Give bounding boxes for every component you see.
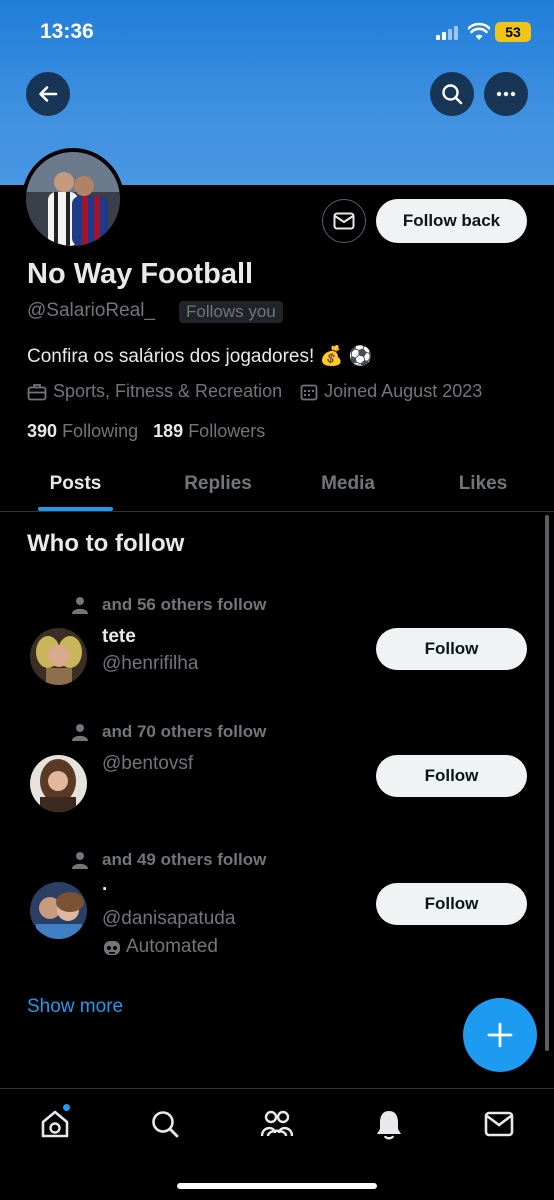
profile-handle: @SalarioReal_ (27, 300, 156, 321)
automated-badge: Automated (102, 936, 218, 958)
nav-messages[interactable] (482, 1107, 516, 1141)
social-context-text: and 49 others follow (102, 850, 267, 869)
robot-icon (104, 941, 120, 955)
followers-link[interactable]: 189 Followers (153, 421, 265, 441)
follow-button[interactable]: Follow (376, 883, 527, 925)
follow-back-button[interactable]: Follow back (376, 199, 527, 243)
follow-counts: 390 Following 189 Followers (27, 421, 265, 442)
wifi-icon (468, 22, 490, 40)
avatar-image (30, 882, 87, 939)
nav-communities[interactable] (260, 1107, 294, 1141)
social-context: and 56 others follow (72, 594, 266, 616)
suggestion-item[interactable]: and 49 others follow · @danisapatuda Aut… (0, 845, 554, 965)
followers-count: 189 (153, 421, 184, 441)
tab-replies[interactable]: Replies (168, 456, 268, 512)
profile-name: No Way Football (27, 258, 254, 290)
suggestion-item[interactable]: and 70 others follow @bentovsf Follow (0, 717, 554, 817)
search-profile-button[interactable] (430, 72, 474, 116)
mail-icon (333, 212, 355, 230)
profile-category: Sports, Fitness & Recreation (27, 381, 282, 402)
tab-media[interactable]: Media (300, 456, 396, 512)
following-count: 390 (27, 421, 58, 441)
category-label: Sports, Fitness & Recreation (53, 381, 283, 401)
home-icon (41, 1110, 69, 1138)
suggestion-handle: @henrifilha (102, 653, 199, 674)
status-bar: 13:36 53 (0, 0, 554, 66)
cellular-signal-icon (436, 26, 462, 40)
search-icon (442, 84, 463, 105)
search-icon (152, 1111, 179, 1138)
social-context: and 70 others follow (72, 721, 266, 743)
profile-bio: Confira os salários dos jogadores! 💰 ⚽ (27, 346, 373, 367)
home-indicator (177, 1183, 377, 1189)
suggestion-avatar[interactable] (30, 628, 87, 685)
follow-button[interactable]: Follow (376, 628, 527, 670)
message-button[interactable] (322, 199, 366, 243)
more-options-button[interactable] (484, 72, 528, 116)
tab-posts[interactable]: Posts (28, 456, 123, 512)
person-icon (72, 597, 88, 614)
profile-tabs: Posts Replies Media Likes (0, 456, 554, 512)
profile-avatar[interactable] (22, 148, 124, 250)
suggestion-name[interactable]: · (102, 879, 108, 901)
status-time: 13:36 (40, 20, 94, 43)
person-icon (72, 724, 88, 741)
avatar-image (30, 755, 87, 812)
avatar-image (30, 628, 87, 685)
nav-home[interactable] (38, 1107, 72, 1141)
compose-post-button[interactable] (463, 998, 537, 1072)
suggestion-handle: @danisapatuda (102, 908, 236, 929)
social-context-text: and 56 others follow (102, 595, 267, 614)
following-link[interactable]: 390 Following (27, 421, 138, 441)
following-label: Following (62, 421, 139, 441)
back-arrow-icon (39, 86, 58, 102)
suggestion-avatar[interactable] (30, 755, 87, 812)
home-notification-dot (62, 1103, 71, 1112)
communities-icon (260, 1110, 294, 1137)
person-icon (72, 852, 88, 869)
who-to-follow-title: Who to follow (27, 530, 185, 557)
joined-label: Joined August 2023 (324, 381, 483, 401)
social-context: and 49 others follow (72, 849, 266, 871)
more-icon (496, 91, 516, 97)
suggestion-avatar[interactable] (30, 882, 87, 939)
profile-meta: Sports, Fitness & Recreation Joined Augu… (27, 381, 482, 402)
suggestion-handle: @bentovsf (102, 753, 194, 774)
suggestion-name[interactable]: tete (102, 626, 136, 648)
tab-likes[interactable]: Likes (440, 456, 526, 512)
follows-you-badge: Follows you (179, 301, 283, 323)
back-button[interactable] (26, 72, 70, 116)
active-tab-indicator (38, 507, 113, 511)
show-more-link[interactable]: Show more (27, 996, 123, 1018)
plus-icon (487, 1022, 513, 1048)
notifications-icon (377, 1111, 401, 1140)
automated-label: Automated (126, 936, 218, 957)
follow-button[interactable]: Follow (376, 755, 527, 797)
profile-joined: Joined August 2023 (300, 381, 482, 402)
followers-label: Followers (188, 421, 266, 441)
suggestion-item[interactable]: and 56 others follow tete @henrifilha Fo… (0, 590, 554, 690)
nav-notifications[interactable] (372, 1107, 406, 1141)
battery-icon: 53 (495, 22, 531, 42)
social-context-text: and 70 others follow (102, 722, 267, 741)
briefcase-icon (27, 383, 47, 400)
avatar-image (26, 152, 120, 246)
calendar-icon (300, 384, 318, 400)
messages-icon (484, 1111, 514, 1137)
nav-search[interactable] (148, 1107, 182, 1141)
